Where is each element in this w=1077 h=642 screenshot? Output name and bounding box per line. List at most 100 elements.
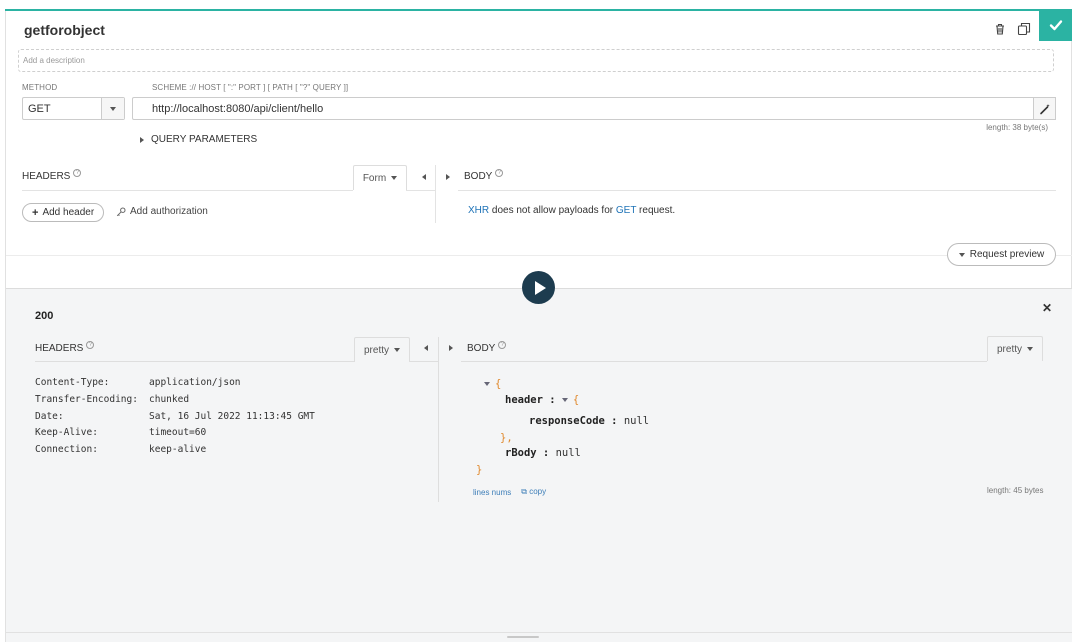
json-header-close-line: }, xyxy=(500,432,513,444)
json-brace: }, xyxy=(500,432,513,444)
body-not-allowed-message: XHR does not allow payloads for GET requ… xyxy=(468,205,675,216)
close-icon[interactable]: ✕ xyxy=(1042,301,1052,315)
copy-link[interactable]: ⧉ copy xyxy=(521,487,546,497)
collapse-right-icon[interactable] xyxy=(443,172,453,182)
panel-splitter[interactable] xyxy=(435,165,436,223)
chevron-down-icon xyxy=(391,176,398,180)
trash-icon[interactable] xyxy=(993,22,1007,36)
header-key: Content-Type: xyxy=(35,377,110,388)
play-icon[interactable] xyxy=(522,271,555,304)
header-key: Transfer-Encoding: xyxy=(35,393,138,405)
header-key: Keep-Alive: xyxy=(35,427,98,439)
header-value: Sat, 16 Jul 2022 11:13:45 GMT xyxy=(149,410,315,422)
add-header-label: Add header xyxy=(42,207,95,218)
magic-wand-icon[interactable] xyxy=(1033,97,1056,120)
json-brace: { xyxy=(572,394,580,406)
request-name[interactable]: getforobject xyxy=(24,22,105,38)
panel-bottom-border xyxy=(6,632,1072,633)
response-headers-title: HEADERS? xyxy=(35,341,95,354)
header-value: chunked xyxy=(149,393,190,405)
confirm-button[interactable] xyxy=(1039,9,1072,41)
xhr-link[interactable]: XHR xyxy=(468,205,489,216)
help-icon[interactable]: ? xyxy=(86,341,95,349)
plus-icon: + xyxy=(32,206,39,219)
collapse-right-icon[interactable] xyxy=(446,343,456,353)
collapse-left-icon[interactable] xyxy=(419,172,429,182)
collapse-caret-icon[interactable] xyxy=(561,398,568,402)
request-body-title-text: BODY xyxy=(464,171,493,182)
response-headers-list: Content-Type: application/json Transfer-E… xyxy=(35,375,315,459)
request-preview-label: Request preview xyxy=(969,249,1045,260)
json-header-line: header : { xyxy=(505,394,580,406)
response-panel xyxy=(6,288,1072,642)
response-panel-splitter[interactable] xyxy=(438,337,439,502)
headers-divider-right xyxy=(406,190,436,191)
add-header-button[interactable]: + Add header xyxy=(22,203,105,222)
copy-icon[interactable] xyxy=(1017,22,1031,36)
header-row: Transfer-Encoding: chunked xyxy=(35,392,315,409)
json-response-code-line: responseCode : null xyxy=(529,415,650,427)
response-headers-title-text: HEADERS xyxy=(35,343,84,354)
header-value: keep-alive xyxy=(149,444,207,455)
json-brace: } xyxy=(476,464,483,476)
body-divider xyxy=(458,190,1056,191)
help-icon[interactable]: ? xyxy=(498,341,507,349)
header-row: Connection: keep-alive xyxy=(35,442,315,459)
json-root-line: { xyxy=(484,378,501,390)
key-icon xyxy=(116,207,126,216)
response-headers-mode-dropdown[interactable]: pretty xyxy=(354,337,410,362)
header-row: Date: Sat, 16 Jul 2022 11:13:45 GMT xyxy=(35,409,315,426)
response-headers-divider xyxy=(35,361,354,362)
response-body-mode-dropdown[interactable]: pretty xyxy=(987,336,1043,361)
query-parameters-toggle[interactable]: QUERY PARAMETERS xyxy=(140,134,257,145)
headers-mode-dropdown[interactable]: Form xyxy=(353,165,407,190)
request-bottom-divider xyxy=(6,255,1072,256)
method-select[interactable]: GET xyxy=(22,97,125,120)
response-body-title-text: BODY xyxy=(467,343,496,354)
response-body-title: BODY? xyxy=(467,341,507,354)
help-icon[interactable]: ? xyxy=(495,169,504,177)
collapse-caret-icon[interactable] xyxy=(484,382,490,386)
copy-icon: ⧉ xyxy=(521,487,527,496)
url-input[interactable]: http://localhost:8080/api/client/hello xyxy=(132,97,1034,120)
json-brace: { xyxy=(495,378,502,390)
add-authorization-label: Add authorization xyxy=(130,206,208,217)
json-key: header xyxy=(505,394,543,406)
response-headers-mode-label: pretty xyxy=(363,344,389,356)
request-headers-title: HEADERS? xyxy=(22,169,82,182)
response-body-mode-label: pretty xyxy=(996,343,1022,355)
method-value: GET xyxy=(28,103,51,115)
copy-label: copy xyxy=(529,487,547,496)
header-row: Content-Type: application/json xyxy=(35,375,315,392)
body-actions: lines nums ⧉ copy xyxy=(473,487,546,497)
request-headers-title-text: HEADERS xyxy=(22,171,71,182)
json-key: responseCode xyxy=(529,415,605,427)
collapse-left-icon[interactable] xyxy=(421,343,431,353)
chevron-right-icon xyxy=(140,136,144,143)
json-key: rBody xyxy=(505,447,537,459)
message-end: request. xyxy=(639,205,676,216)
status-code: 200 xyxy=(35,310,54,322)
message-text: does not allow payloads for xyxy=(491,205,614,216)
response-body-divider xyxy=(461,361,987,362)
method-link[interactable]: GET xyxy=(616,205,636,216)
header-key: Date: xyxy=(35,410,64,422)
request-preview-button[interactable]: Request preview xyxy=(947,243,1056,266)
help-icon[interactable]: ? xyxy=(73,169,82,177)
json-root-close-line: } xyxy=(476,464,482,476)
chevron-down-icon xyxy=(394,348,400,352)
request-body-title: BODY? xyxy=(464,169,504,182)
header-key: Connection: xyxy=(35,444,98,455)
resize-handle[interactable] xyxy=(507,636,539,638)
chevron-down-icon[interactable] xyxy=(101,98,124,119)
header-row: Keep-Alive: timeout=60 xyxy=(35,425,315,442)
lines-nums-link[interactable]: lines nums xyxy=(473,488,511,497)
json-value: null xyxy=(555,447,581,459)
chevron-down-icon xyxy=(958,252,965,257)
description-field[interactable]: Add a description xyxy=(18,49,1054,72)
add-authorization-link[interactable]: Add authorization xyxy=(116,206,208,217)
url-format-label: SCHEME :// HOST [ ":" PORT ] [ PATH [ "?… xyxy=(152,83,349,92)
json-value: null xyxy=(623,415,650,427)
headers-mode-label: Form xyxy=(362,172,387,184)
check-icon xyxy=(1049,20,1062,31)
